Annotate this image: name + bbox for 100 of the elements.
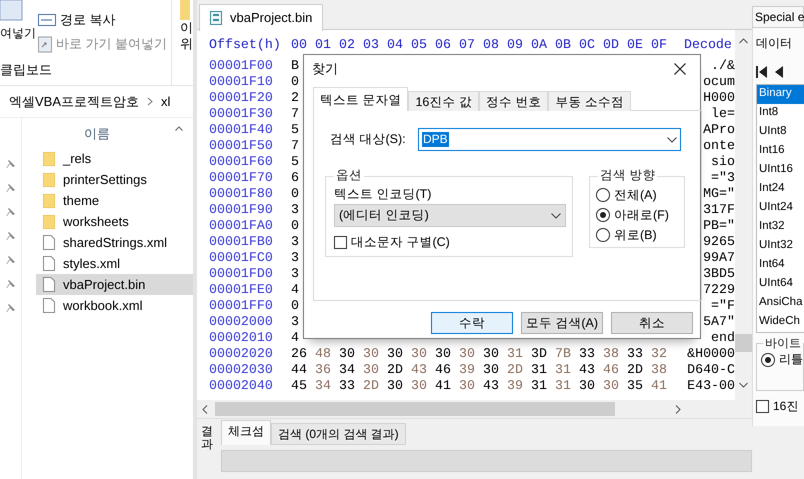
dropdown-caret-icon [551, 212, 561, 218]
radio-button[interactable] [761, 352, 775, 367]
results-tab[interactable]: 체크섬 [221, 420, 271, 446]
file-row[interactable]: _rels [36, 148, 193, 169]
offset-cell-text: 00001FC0 [209, 250, 274, 266]
file-row[interactable]: styles.xml [36, 253, 193, 274]
decoded-cell-text: sio [710, 154, 735, 170]
type-list-item[interactable]: Int32 [757, 218, 804, 238]
breadcrumb-item[interactable]: xl [161, 94, 170, 110]
radio-button[interactable] [596, 188, 610, 202]
file-row[interactable]: workbook.xml [36, 295, 193, 316]
column-header: 00 [291, 37, 308, 53]
dialog-button[interactable]: 모두 검색(A) [521, 312, 603, 334]
ribbon-label: 위 [180, 36, 193, 52]
checkbox-label[interactable]: 16진 [773, 399, 798, 414]
file-row[interactable]: sharedStrings.xml [36, 232, 193, 253]
radio-label[interactable]: 위로(B) [614, 228, 657, 242]
byte-cell-text: 30 [459, 378, 476, 394]
type-list-item[interactable]: WideCh [757, 313, 804, 332]
column-header: 0F [651, 37, 668, 53]
byte-cell-text: 46 [603, 362, 620, 378]
checkbox[interactable] [334, 236, 347, 249]
type-list-item[interactable]: UInt16 [757, 161, 804, 180]
dialog-button[interactable]: 수락 [431, 312, 513, 334]
offset-cell-text: 00001FE0 [209, 282, 274, 298]
dialog-tab[interactable]: 부동 소수점 [548, 91, 631, 111]
dialog-tab[interactable]: 텍스트 문자열 [313, 87, 408, 111]
type-list-item[interactable]: Int8 [757, 104, 804, 124]
radio-label[interactable]: 리틀 [779, 352, 803, 367]
dialog-title: 찾기 [312, 60, 338, 76]
type-list-item[interactable]: Int24 [757, 180, 804, 200]
offset-cell-text: 00001FD0 [209, 266, 274, 282]
column-header: 02 [339, 37, 356, 53]
column-header[interactable]: 이름 [84, 126, 110, 148]
panel-label: 결과 [201, 425, 213, 454]
file-tab[interactable]: vbaProject.bin [199, 4, 324, 31]
scrollbar-thumb[interactable] [735, 334, 752, 352]
type-list-item[interactable]: Int64 [757, 256, 804, 276]
inspector-tab[interactable]: Special e [752, 6, 804, 28]
byte-cell-text: 2D [387, 362, 404, 378]
offset-cell-text: 00001F10 [209, 74, 274, 90]
offset-cell-text: 00001F30 [209, 106, 274, 122]
type-list-item[interactable]: UInt24 [757, 199, 804, 218]
byte-cell-text: 41 [435, 378, 452, 394]
encoding-dropdown[interactable]: (에디터 인코딩) [334, 204, 566, 227]
shortcut-paste-icon [38, 35, 52, 53]
byte-cell-text: 2D [363, 378, 380, 394]
scroll-up-icon [739, 38, 748, 44]
results-tab[interactable]: 검색 (0개의 검색 결과) [271, 423, 406, 446]
vertical-scrollbar[interactable] [735, 30, 752, 400]
byte-cell-text: 33 [579, 346, 596, 362]
offset-cell-text: 00001FF0 [209, 298, 274, 314]
group-label: 데이터 [756, 35, 793, 50]
file-icon [43, 235, 55, 250]
breadcrumb-item[interactable]: 엑셀VBA프로젝트암호 [9, 94, 140, 110]
offset-cell-text: 00002030 [209, 362, 274, 378]
checkbox-label[interactable]: 대소문자 구별(C) [351, 235, 450, 250]
close-icon[interactable] [674, 62, 686, 74]
paste-label[interactable]: 여넣기 [0, 26, 38, 40]
file-icon [43, 256, 55, 271]
byte-cell-text: 31 [555, 362, 572, 378]
byte-cell-text: 2D [627, 362, 644, 378]
byte-cell-text: 0 [291, 298, 300, 314]
pin-icon [6, 303, 16, 313]
file-row[interactable]: vbaProject.bin [36, 274, 193, 295]
dialog-tab[interactable]: 16진수 값 [408, 91, 479, 111]
chevron-icon [147, 97, 154, 106]
column-header: 05 [411, 37, 428, 53]
group-label: 검색 방향 [598, 168, 658, 183]
dialog-tab[interactable]: 정수 번호 [478, 91, 548, 111]
horizontal-scrollbar[interactable] [197, 400, 752, 418]
column-header: Offset(h) [209, 37, 282, 53]
first-icon[interactable] [756, 66, 767, 78]
dialog-button[interactable]: 취소 [611, 312, 693, 334]
previous-icon[interactable] [775, 66, 783, 78]
scrollbar-thumb[interactable] [215, 402, 615, 416]
field-label: 검색 대상(S): [329, 132, 407, 147]
type-list-item[interactable]: UInt32 [757, 237, 804, 256]
radio-label[interactable]: 아래로(F) [614, 208, 669, 222]
file-row[interactable]: printerSettings [36, 169, 193, 190]
byte-cell-text: 30 [411, 346, 428, 362]
radio-label[interactable]: 전체(A) [614, 188, 657, 202]
search-field[interactable]: DPB [418, 128, 681, 151]
file-row[interactable]: worksheets [36, 211, 193, 232]
file-icon [43, 298, 55, 313]
file-row[interactable]: theme [36, 190, 193, 211]
byte-cell-text: 3D [531, 346, 548, 362]
type-list-item[interactable]: UInt8 [757, 123, 804, 142]
byte-cell-text: 3 [291, 266, 300, 282]
type-list-item[interactable]: AnsiCha [757, 294, 804, 314]
radio-button[interactable] [596, 228, 610, 242]
ribbon-command[interactable]: 경로 복사 [60, 12, 116, 28]
decoded-cell-text: ="3 [710, 170, 735, 186]
radio-button[interactable] [596, 208, 610, 222]
type-list-item[interactable]: Int16 [757, 142, 804, 162]
byte-cell-text: 31 [531, 378, 548, 394]
byte-cell-text: 33 [339, 378, 356, 394]
type-list-item[interactable]: Binary [757, 85, 804, 104]
type-list-item[interactable]: UInt64 [757, 275, 804, 294]
checkbox[interactable] [756, 400, 769, 414]
